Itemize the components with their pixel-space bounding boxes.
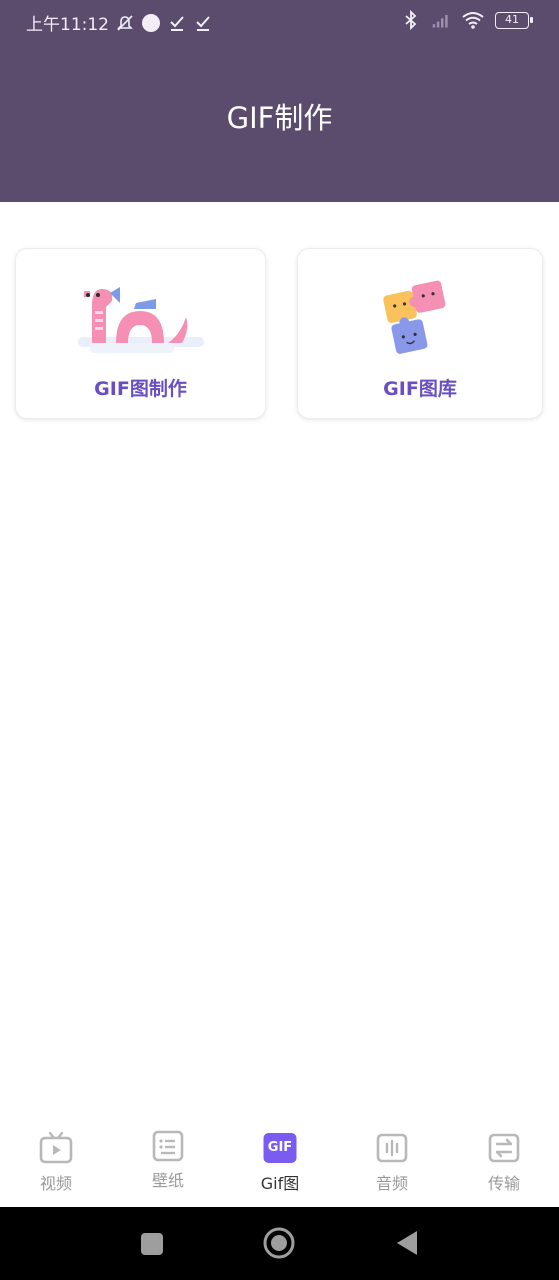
audio-icon <box>376 1133 408 1163</box>
tab-gif-label: Gif图 <box>260 1174 300 1193</box>
tab-transfer-label: 传输 <box>487 1174 520 1193</box>
square-icon <box>141 1233 163 1255</box>
battery-level: 41 <box>505 12 519 26</box>
check-icon <box>196 15 210 31</box>
tab-transfer[interactable]: 传输 <box>448 1118 559 1207</box>
mute-icon <box>117 14 133 31</box>
status-bar: 上午11:12 41 <box>0 0 559 42</box>
dinosaur-illustration <box>77 287 204 353</box>
gif-icon-text: GIF <box>267 1140 293 1155</box>
tab-video[interactable]: 视频 <box>0 1118 112 1207</box>
tv-icon <box>39 1131 73 1164</box>
gif-icon: GIF <box>263 1133 297 1163</box>
home-button[interactable] <box>249 1207 309 1280</box>
gif-gallery-card[interactable]: GIF图库 <box>297 248 543 419</box>
dot-icon <box>142 13 160 32</box>
page-title: GIF制作 <box>226 101 333 135</box>
tab-audio[interactable]: 音频 <box>336 1118 448 1207</box>
back-button[interactable] <box>377 1207 437 1280</box>
puzzle-illustration <box>383 280 446 354</box>
wifi-icon <box>462 12 484 29</box>
status-right: 41 <box>401 10 533 30</box>
list-icon <box>152 1130 184 1162</box>
tab-wallpaper[interactable]: 壁纸 <box>112 1118 224 1207</box>
check-icon <box>170 15 184 31</box>
tab-gif[interactable]: GIF Gif图 <box>224 1118 336 1207</box>
tab-video-label: 视频 <box>39 1174 72 1193</box>
gif-make-label: GIF图制作 <box>94 378 187 400</box>
home-circle-icon <box>263 1227 295 1259</box>
transfer-icon <box>488 1133 520 1163</box>
recent-apps-button[interactable] <box>122 1207 182 1280</box>
gif-gallery-label: GIF图库 <box>383 378 457 400</box>
bluetooth-icon <box>405 10 417 30</box>
status-left: 上午11:12 <box>26 10 213 35</box>
signal-icon <box>432 15 448 28</box>
system-nav-bar <box>0 1207 559 1280</box>
app-header: 上午11:12 41 GIF制作 <box>0 0 559 202</box>
gif-make-card[interactable]: GIF图制作 <box>15 248 266 419</box>
tab-wallpaper-label: 壁纸 <box>151 1171 184 1190</box>
bottom-nav: 视频 壁纸 GIF Gif图 音频 传输 <box>0 1118 559 1207</box>
status-time: 上午11:12 <box>26 15 109 35</box>
back-triangle-icon <box>397 1231 417 1255</box>
battery-icon: 41 <box>495 11 533 29</box>
tab-audio-label: 音频 <box>375 1174 408 1193</box>
